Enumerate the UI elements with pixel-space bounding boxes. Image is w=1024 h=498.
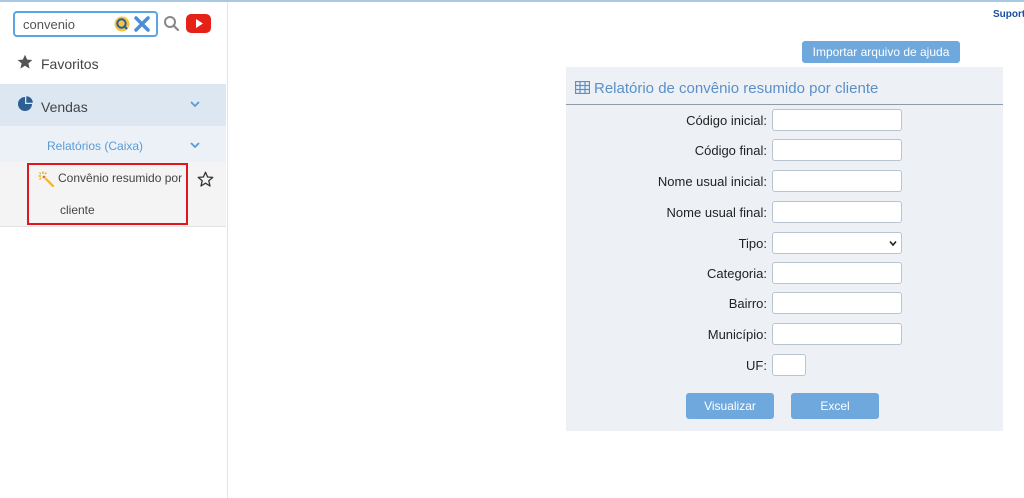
tipo-select[interactable] <box>772 232 902 254</box>
nome-usual-final-input[interactable] <box>772 201 902 223</box>
codigo-inicial-input[interactable] <box>772 109 902 131</box>
bairro-input[interactable] <box>772 292 902 314</box>
row-categoria: Categoria: <box>566 262 1003 284</box>
pie-chart-icon <box>18 96 33 111</box>
support-link[interactable]: Suport <box>993 9 1024 20</box>
field-label: Município: <box>707 327 767 342</box>
field-label: Código inicial: <box>686 113 767 128</box>
categoria-input[interactable] <box>772 262 902 284</box>
row-tipo: Tipo: <box>566 232 1003 254</box>
table-grid-icon <box>575 81 590 94</box>
panel-header: Relatório de convênio resumido por clien… <box>566 67 1003 105</box>
star-outline-icon[interactable] <box>197 171 214 188</box>
chevron-down-icon <box>190 101 200 108</box>
uf-input[interactable] <box>772 354 806 376</box>
search-box <box>13 11 158 37</box>
field-label: Tipo: <box>738 236 767 251</box>
row-municipio: Município: <box>566 323 1003 345</box>
report-panel: Relatório de convênio resumido por clien… <box>566 67 1003 431</box>
row-codigo-inicial: Código inicial: <box>566 109 1003 131</box>
sidebar-item-favoritos[interactable]: Favoritos <box>0 51 226 83</box>
sidebar-item-relatorios-caixa[interactable]: Relatórios (Caixa) <box>0 126 226 162</box>
sidebar-item-label: Vendas <box>41 99 88 115</box>
row-nome-usual-final: Nome usual final: <box>566 201 1003 223</box>
row-bairro: Bairro: <box>566 292 1003 314</box>
sidebar-item-convenio-resumido[interactable]: Convênio resumido por cliente <box>0 162 226 227</box>
visualizar-button[interactable]: Visualizar <box>686 393 774 419</box>
field-label: UF: <box>746 358 767 373</box>
magic-wand-icon <box>38 171 55 188</box>
youtube-icon[interactable] <box>186 14 211 33</box>
codigo-final-input[interactable] <box>772 139 902 161</box>
import-help-button[interactable]: Importar arquivo de ajuda <box>802 41 960 63</box>
municipio-input[interactable] <box>772 323 902 345</box>
field-label: Código final: <box>694 143 767 158</box>
row-nome-usual-inicial: Nome usual inicial: <box>566 170 1003 192</box>
chevron-down-icon <box>190 142 200 149</box>
sidebar-item-label: Convênio resumido por <box>58 171 183 185</box>
star-icon <box>17 54 33 69</box>
clear-icon[interactable] <box>133 15 151 33</box>
sidebar-item-label: cliente <box>60 203 95 217</box>
chevron-down-icon <box>889 240 897 247</box>
search-icon[interactable] <box>163 15 180 32</box>
row-uf: UF: <box>566 354 1003 376</box>
sidebar-item-vendas[interactable]: Vendas <box>0 84 226 126</box>
search-input[interactable] <box>23 16 103 32</box>
sidebar-item-label: Favoritos <box>41 56 99 72</box>
excel-button[interactable]: Excel <box>791 393 879 419</box>
field-label: Nome usual final: <box>666 205 767 220</box>
sidebar: Favoritos Vendas Relatórios (Caixa) Conv… <box>0 2 228 498</box>
nome-usual-inicial-input[interactable] <box>772 170 902 192</box>
field-label: Categoria: <box>707 266 767 281</box>
search-circle-icon[interactable] <box>114 16 130 32</box>
field-label: Nome usual inicial: <box>657 174 767 189</box>
field-label: Bairro: <box>728 296 767 311</box>
panel-title: Relatório de convênio resumido por clien… <box>594 80 879 97</box>
sidebar-item-label: Relatórios (Caixa) <box>47 139 144 153</box>
row-codigo-final: Código final: <box>566 139 1003 161</box>
